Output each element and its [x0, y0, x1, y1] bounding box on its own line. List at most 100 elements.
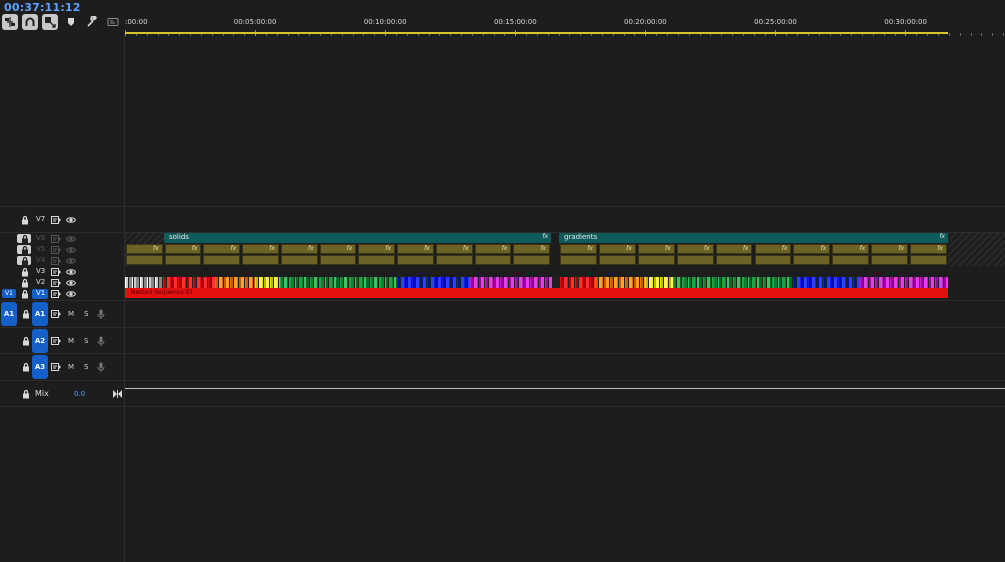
clip-stripe[interactable] — [302, 277, 303, 288]
clip-stripe[interactable] — [374, 277, 377, 288]
clip-stripe[interactable] — [718, 277, 719, 288]
clip-stripe[interactable] — [347, 277, 348, 288]
snap-button[interactable] — [22, 14, 38, 30]
clip-stripe[interactable] — [262, 277, 263, 288]
clip-stripe[interactable] — [625, 277, 626, 288]
clip-stripe[interactable] — [845, 277, 846, 288]
clip-stripe[interactable] — [423, 277, 426, 288]
clip-stripe[interactable] — [507, 277, 508, 288]
clip-stripe[interactable] — [879, 277, 882, 288]
clip-stripe[interactable] — [712, 277, 714, 288]
clip-stripe[interactable] — [752, 277, 755, 288]
clip-stripe[interactable] — [170, 277, 171, 288]
clip-stripe[interactable] — [778, 277, 779, 288]
clip-stripe[interactable] — [509, 277, 511, 288]
clip-stripe[interactable] — [421, 277, 423, 288]
clip-stripe[interactable] — [481, 277, 484, 288]
lock-icon[interactable] — [20, 278, 30, 288]
clip-stripe[interactable] — [757, 277, 759, 288]
clip-stripe[interactable] — [767, 277, 770, 288]
clip-stripe[interactable] — [729, 277, 732, 288]
clip-stripe[interactable] — [671, 277, 673, 288]
eye-icon[interactable] — [66, 257, 76, 265]
clip-stripe[interactable] — [830, 277, 831, 288]
source-patch-v1[interactable]: V1 — [2, 289, 16, 298]
clip-stripe[interactable] — [610, 277, 611, 288]
clip[interactable]: fx — [242, 244, 279, 254]
clip-stripe[interactable] — [646, 277, 648, 288]
clip-stripe[interactable] — [576, 277, 578, 288]
clip-stripe[interactable] — [404, 277, 405, 288]
source-patch-a1[interactable]: A1 — [1, 302, 17, 326]
clip[interactable] — [832, 255, 870, 265]
clip-stripe[interactable] — [817, 277, 819, 288]
clip[interactable] — [126, 255, 163, 265]
insert-overwrite-sequence-button[interactable] — [2, 14, 18, 30]
clip-stripe[interactable] — [909, 277, 912, 288]
clip-stripe[interactable] — [772, 277, 774, 288]
clip-stripe[interactable] — [496, 277, 499, 288]
clip-stripe[interactable] — [654, 277, 656, 288]
clip-stripe[interactable] — [764, 277, 766, 288]
clip-stripe[interactable] — [785, 277, 786, 288]
clip-stripe[interactable] — [604, 277, 606, 288]
clip-stripe[interactable] — [561, 277, 563, 288]
clip-stripe[interactable] — [617, 277, 618, 288]
clip-stripe[interactable] — [215, 277, 216, 288]
clip-stripe[interactable] — [468, 277, 470, 288]
clip-stripe[interactable] — [632, 277, 633, 288]
clip-stripe[interactable] — [656, 277, 659, 288]
solo-button[interactable]: S — [84, 337, 88, 345]
clip-stripe[interactable] — [819, 277, 822, 288]
clip-stripe[interactable] — [296, 277, 298, 288]
solo-button[interactable]: S — [84, 310, 88, 318]
clip-stripe[interactable] — [226, 277, 229, 288]
clip-stripe[interactable] — [193, 277, 194, 288]
clip-stripe[interactable] — [567, 277, 568, 288]
clip[interactable] — [203, 255, 241, 265]
clip-stripe[interactable] — [239, 277, 241, 288]
clip-stripe[interactable] — [606, 277, 609, 288]
clip-stripe[interactable] — [311, 277, 313, 288]
clip-stripe[interactable] — [661, 277, 663, 288]
clip-stripe[interactable] — [280, 277, 281, 288]
clip-stripe[interactable] — [453, 277, 456, 288]
mute-button[interactable]: M — [68, 363, 74, 371]
clip-stripe[interactable] — [279, 277, 280, 288]
clip-stripe[interactable] — [674, 277, 676, 288]
clip-stripe[interactable] — [526, 277, 529, 288]
clip[interactable]: fx — [358, 244, 396, 254]
clip-stripe[interactable] — [839, 277, 841, 288]
clip-stripe[interactable] — [549, 277, 552, 288]
mix-level-line[interactable] — [125, 388, 1005, 389]
clip-stripe[interactable] — [291, 277, 294, 288]
clip-stripe[interactable] — [209, 277, 211, 288]
track-target[interactable]: A3 — [32, 355, 48, 379]
clip-stripe[interactable] — [147, 277, 148, 288]
clip-stripe[interactable] — [477, 277, 478, 288]
clip-stripe[interactable] — [884, 277, 886, 288]
clip-stripe[interactable] — [167, 277, 170, 288]
clip-stripe[interactable] — [416, 277, 419, 288]
clip[interactable]: fx — [397, 244, 434, 254]
clip-stripe[interactable] — [906, 277, 908, 288]
clip-stripe[interactable] — [408, 277, 411, 288]
clip-stripe[interactable] — [219, 277, 222, 288]
clip-stripe[interactable] — [126, 277, 128, 288]
clip-stripe[interactable] — [485, 277, 486, 288]
clip-stripe[interactable] — [379, 277, 381, 288]
microphone-icon[interactable] — [97, 309, 105, 320]
clip-stripe[interactable] — [222, 277, 223, 288]
clip-stripe[interactable] — [688, 277, 689, 288]
clip-stripe[interactable] — [599, 277, 602, 288]
clip-stripe[interactable] — [461, 277, 464, 288]
clip-stripe[interactable] — [634, 277, 636, 288]
mute-button[interactable]: M — [68, 310, 74, 318]
clip-stripe[interactable] — [245, 277, 246, 288]
clip-stripe[interactable] — [125, 277, 126, 288]
clip-stripe[interactable] — [692, 277, 695, 288]
track-target[interactable]: A1 — [32, 302, 48, 326]
clip-stripe[interactable] — [204, 277, 207, 288]
clip-stripe[interactable] — [149, 277, 151, 288]
clip[interactable] — [474, 255, 512, 265]
